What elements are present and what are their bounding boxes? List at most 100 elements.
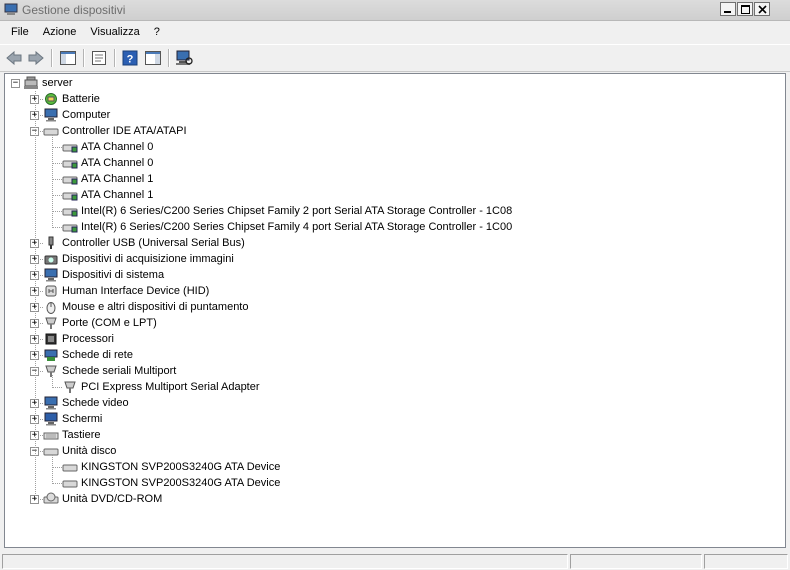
maximize-button[interactable] (737, 2, 753, 16)
port-icon (45, 317, 57, 329)
ata-channel-icon (62, 176, 78, 185)
back-button[interactable] (4, 48, 24, 68)
tree-item-label: ATA Channel 1 (81, 173, 154, 185)
dvd-drive-icon (43, 492, 59, 504)
processor-icon (45, 333, 57, 345)
toolbar: ? (0, 44, 790, 72)
menu-help[interactable]: ? (147, 21, 167, 43)
title-bar[interactable]: Gestione dispositivi (0, 0, 790, 21)
minimize-button[interactable] (720, 2, 736, 16)
back-icon (6, 51, 22, 65)
tree-item-label: KINGSTON SVP200S3240G ATA Device (81, 477, 281, 489)
tree-connector (35, 91, 36, 500)
monitor-icon (44, 412, 58, 426)
disk-drive-icon (43, 448, 59, 456)
tree-connector (52, 163, 62, 164)
tree-connector (52, 483, 62, 484)
properties-icon (92, 51, 106, 65)
status-bar (0, 552, 790, 570)
minimize-icon (724, 11, 731, 13)
tree-item-label: Controller USB (Universal Serial Bus) (62, 237, 245, 249)
close-button[interactable] (754, 2, 770, 16)
tree-item-schede-di-rete[interactable]: Schede di rete (43, 347, 133, 363)
disk-drive-icon (62, 480, 78, 488)
display-adapter-icon (44, 396, 58, 410)
tree-item-unit-disco[interactable]: Unità disco (43, 443, 116, 459)
tree-item-label: Dispositivi di sistema (62, 269, 165, 281)
tree-item-label: Human Interface Device (HID) (62, 285, 210, 297)
tree-connector (52, 455, 53, 484)
tree-item-dispositivi-di-acquisizione-immagini[interactable]: Dispositivi di acquisizione immagini (43, 251, 234, 267)
tree-item-unit-dvd-cd-rom[interactable]: Unità DVD/CD-ROM (43, 491, 162, 507)
tree-child-item[interactable]: KINGSTON SVP200S3240G ATA Device (62, 459, 280, 475)
network-adapter-icon (44, 349, 58, 361)
tree-item-batterie[interactable]: Batterie (43, 91, 100, 107)
hid-icon (45, 285, 57, 297)
tree-item-label: ATA Channel 0 (81, 141, 154, 153)
tree-child-item[interactable]: ATA Channel 1 (62, 187, 153, 203)
window-title: Gestione dispositivi (22, 3, 126, 17)
camera-icon (44, 255, 58, 265)
tree-child-item[interactable]: ATA Channel 1 (62, 171, 153, 187)
status-panel-2 (570, 554, 702, 569)
tree-item-label: Intel(R) 6 Series/C200 Series Chipset Fa… (81, 205, 513, 217)
tree-item-computer[interactable]: Computer (43, 107, 110, 123)
show-action-pane-icon (145, 51, 161, 65)
tree-connector (52, 135, 53, 228)
tree-connector (52, 467, 62, 468)
server-icon (24, 76, 38, 89)
device-tree[interactable]: − server + Batterie + Computer − Controller IDE… (4, 73, 786, 548)
device-manager-icon (4, 3, 18, 15)
tree-item-label: Schede seriali Multiport (62, 365, 177, 377)
tree-item-schede-video[interactable]: Schede video (43, 395, 129, 411)
ata-channel-icon (62, 224, 78, 233)
tree-item-schede-seriali-multiport[interactable]: Schede seriali Multiport (43, 363, 176, 379)
tree-child-item[interactable]: ATA Channel 0 (62, 139, 153, 155)
menu-azione[interactable]: Azione (36, 21, 84, 43)
forward-button[interactable] (26, 48, 46, 68)
menu-file[interactable]: File (0, 21, 36, 43)
tree-item-label: Tastiere (62, 429, 101, 441)
tree-connector (52, 211, 62, 212)
tree-child-item[interactable]: Intel(R) 6 Series/C200 Series Chipset Fa… (62, 219, 512, 235)
battery-icon (45, 93, 57, 105)
computer-icon (44, 108, 58, 122)
console-tree-button[interactable] (58, 48, 78, 68)
ata-channel-icon (62, 192, 78, 201)
tree-item-label: Batterie (62, 93, 100, 105)
tree-item-label: Unità disco (62, 445, 117, 457)
tree-child-item[interactable]: PCI Express Multiport Serial Adapter (62, 379, 260, 395)
maximize-icon (740, 4, 750, 14)
forward-icon (28, 51, 44, 65)
tree-item-label: Mouse e altri dispositivi di puntamento (62, 301, 249, 313)
tree-connector (52, 375, 53, 388)
serial-adapter-icon (64, 381, 76, 393)
collapse-button[interactable]: − (11, 79, 20, 88)
tree-child-item[interactable]: KINGSTON SVP200S3240G ATA Device (62, 475, 280, 491)
tree-item-label: Schede di rete (62, 349, 133, 361)
tree-child-item[interactable]: Intel(R) 6 Series/C200 Series Chipset Fa… (62, 203, 512, 219)
tree-root-server[interactable]: server (23, 75, 73, 91)
show-hide-console-tree-icon (60, 51, 76, 65)
tree-item-controller-usb-universal-serial-bus[interactable]: Controller USB (Universal Serial Bus) (43, 235, 245, 251)
tree-item-schermi[interactable]: Schermi (43, 411, 102, 427)
tree-item-tastiere[interactable]: Tastiere (43, 427, 101, 443)
tree-item-label: Porte (COM e LPT) (62, 317, 157, 329)
tree-item-dispositivi-di-sistema[interactable]: Dispositivi di sistema (43, 267, 164, 283)
action-pane-button[interactable] (143, 48, 163, 68)
tree-item-mouse-e-altri-dispositivi-di-puntamento[interactable]: Mouse e altri dispositivi di puntamento (43, 299, 248, 315)
properties-button[interactable] (89, 48, 109, 68)
tree-item-porte-com-e-lpt[interactable]: Porte (COM e LPT) (43, 315, 157, 331)
tree-item-processori[interactable]: Processori (43, 331, 114, 347)
menu-visualizza[interactable]: Visualizza (83, 21, 146, 43)
tree-item-label: ATA Channel 1 (81, 189, 154, 201)
tree-item-label: Unità DVD/CD-ROM (62, 493, 163, 505)
help-button[interactable]: ? (120, 48, 140, 68)
usb-icon (48, 236, 54, 249)
tree-item-human-interface-device-hid[interactable]: Human Interface Device (HID) (43, 283, 209, 299)
tree-item-controller-ide-ata-atapi[interactable]: Controller IDE ATA/ATAPI (43, 123, 187, 139)
scan-hardware-button[interactable] (174, 48, 194, 68)
mouse-icon (46, 302, 56, 314)
ata-channel-icon (62, 208, 78, 217)
tree-child-item[interactable]: ATA Channel 0 (62, 155, 153, 171)
